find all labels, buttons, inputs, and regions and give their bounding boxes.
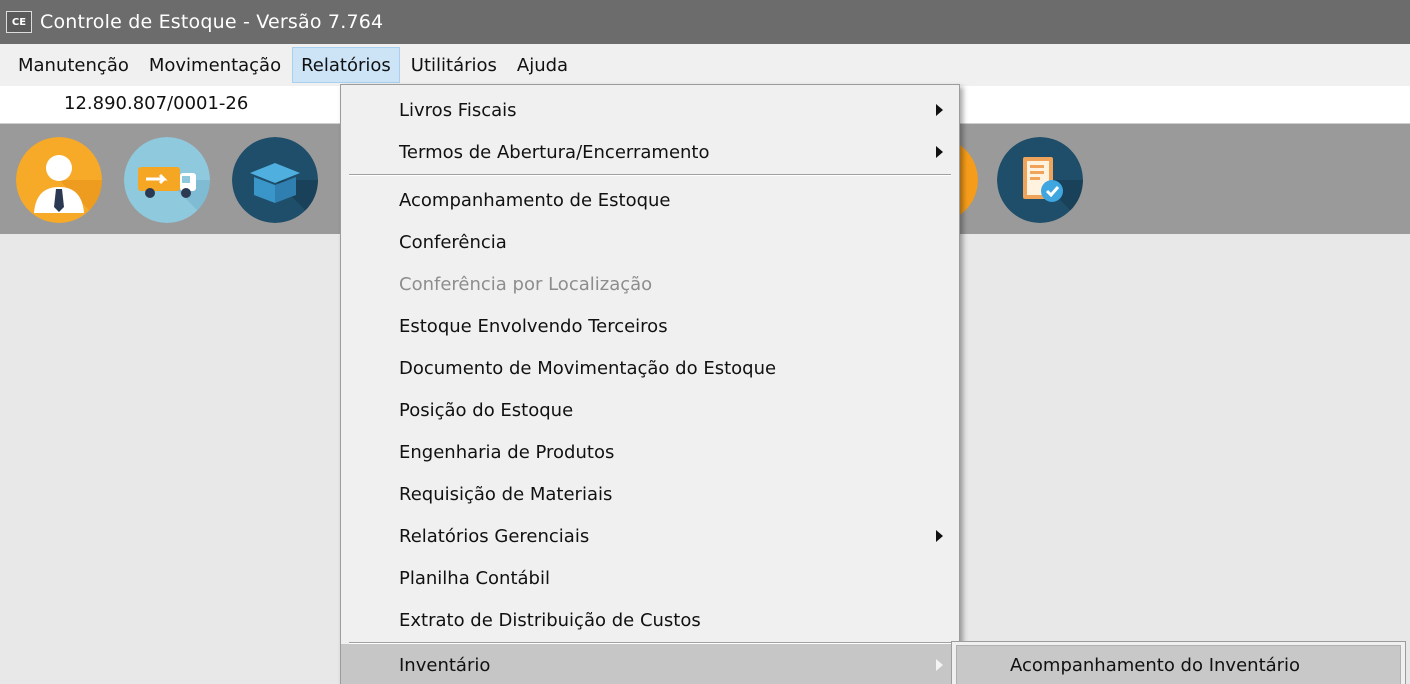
menu-item-label: Termos de Abertura/Encerramento bbox=[399, 141, 710, 163]
menu-item-termos-abertura[interactable]: Termos de Abertura/Encerramento bbox=[341, 131, 959, 173]
report-check-icon[interactable] bbox=[997, 137, 1083, 223]
person-icon[interactable] bbox=[16, 137, 102, 223]
menu-item-label: Planilha Contábil bbox=[399, 567, 550, 589]
menu-item-documento-movimentacao[interactable]: Documento de Movimentação do Estoque bbox=[341, 347, 959, 389]
menu-item-label: Conferência por Localização bbox=[399, 273, 653, 295]
menu-item-extrato-custos[interactable]: Extrato de Distribuição de Custos bbox=[341, 599, 959, 641]
menu-item-posicao-estoque[interactable]: Posição do Estoque bbox=[341, 389, 959, 431]
menu-item-livros-fiscais[interactable]: Livros Fiscais bbox=[341, 89, 959, 131]
menu-item-label: Inventário bbox=[399, 654, 491, 676]
menu-item-relatorios-gerenciais[interactable]: Relatórios Gerenciais bbox=[341, 515, 959, 557]
box-icon[interactable] bbox=[232, 137, 318, 223]
menu-manutencao[interactable]: Manutenção bbox=[9, 47, 138, 83]
menu-item-estoque-terceiros[interactable]: Estoque Envolvendo Terceiros bbox=[341, 305, 959, 347]
company-cnpj: 12.890.807/0001-26 bbox=[64, 93, 249, 114]
window-title: Controle de Estoque - Versão 7.764 bbox=[40, 11, 384, 33]
menu-item-label: Engenharia de Produtos bbox=[399, 441, 615, 463]
menu-item-label: Documento de Movimentação do Estoque bbox=[399, 357, 777, 379]
menu-item-acompanhamento-estoque[interactable]: Acompanhamento de Estoque bbox=[341, 179, 959, 221]
relatorios-dropdown-menu: Livros Fiscais Termos de Abertura/Encerr… bbox=[340, 84, 960, 684]
menu-item-conferencia[interactable]: Conferência bbox=[341, 221, 959, 263]
menu-bar: Manutenção Movimentação Relatórios Utili… bbox=[0, 44, 1410, 86]
menu-ajuda[interactable]: Ajuda bbox=[508, 47, 577, 83]
menu-item-acompanhamento-inventario[interactable]: Acompanhamento do Inventário bbox=[956, 645, 1401, 684]
inventario-submenu: Acompanhamento do Inventário bbox=[951, 641, 1406, 684]
menu-item-requisicao-materiais[interactable]: Requisição de Materiais bbox=[341, 473, 959, 515]
title-bar: CE Controle de Estoque - Versão 7.764 bbox=[0, 0, 1410, 44]
menu-item-conferencia-localizacao: Conferência por Localização bbox=[341, 263, 959, 305]
delivery-truck-icon[interactable] bbox=[124, 137, 210, 223]
submenu-arrow-icon bbox=[936, 530, 943, 542]
menu-item-label: Extrato de Distribuição de Custos bbox=[399, 609, 701, 631]
submenu-arrow-icon bbox=[936, 659, 943, 671]
menu-item-label: Requisição de Materiais bbox=[399, 483, 613, 505]
menu-relatorios[interactable]: Relatórios bbox=[292, 47, 400, 83]
menu-item-label: Estoque Envolvendo Terceiros bbox=[399, 315, 668, 337]
menu-item-label: Relatórios Gerenciais bbox=[399, 525, 590, 547]
menu-item-label: Livros Fiscais bbox=[399, 99, 517, 121]
menu-item-label: Conferência bbox=[399, 231, 507, 253]
menu-item-inventario[interactable]: Inventário bbox=[341, 644, 959, 684]
menu-item-label: Acompanhamento de Estoque bbox=[399, 189, 671, 211]
submenu-arrow-icon bbox=[936, 104, 943, 116]
menu-item-label: Acompanhamento do Inventário bbox=[1010, 654, 1301, 676]
app-icon: CE bbox=[6, 11, 32, 33]
menu-item-planilha-contabil[interactable]: Planilha Contábil bbox=[341, 557, 959, 599]
menu-separator bbox=[349, 174, 951, 176]
menu-movimentacao[interactable]: Movimentação bbox=[140, 47, 290, 83]
menu-utilitarios[interactable]: Utilitários bbox=[402, 47, 506, 83]
menu-item-engenharia-produtos[interactable]: Engenharia de Produtos bbox=[341, 431, 959, 473]
submenu-arrow-icon bbox=[936, 146, 943, 158]
menu-item-label: Posição do Estoque bbox=[399, 399, 574, 421]
